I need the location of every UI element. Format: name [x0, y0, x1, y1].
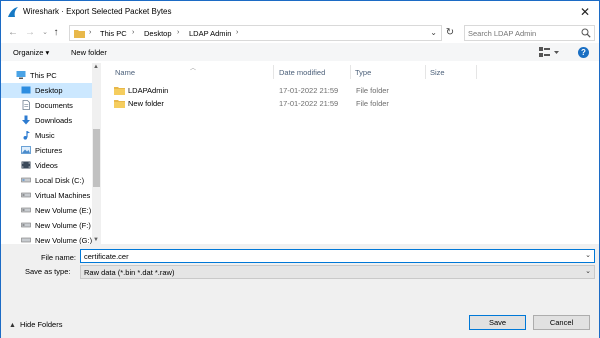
- breadcrumb-desktop[interactable]: Desktop: [144, 29, 172, 38]
- drive-icon: [21, 207, 31, 213]
- file-date-modified: 17-01-2022 21:59: [279, 99, 339, 108]
- wireshark-fin-icon: [8, 7, 18, 17]
- address-bar[interactable]: › This PC › Desktop › LDAP Admin › ⌄: [69, 25, 442, 41]
- column-header-date-modified[interactable]: Date modified: [279, 68, 325, 77]
- new-folder-button[interactable]: New folder: [71, 48, 107, 57]
- drive-icon: [21, 237, 31, 243]
- navigation-pane-scrollbar[interactable]: ▲ ▼: [92, 63, 101, 244]
- videos-icon: [21, 161, 31, 169]
- drive-icon: [21, 222, 31, 228]
- save-as-type-select[interactable]: Raw data (*.bin *.dat *.raw) ⌄: [80, 265, 595, 279]
- scroll-up-icon[interactable]: ▲: [93, 64, 99, 70]
- close-button[interactable]: ✕: [577, 4, 593, 20]
- organize-button[interactable]: Organize ▾: [13, 48, 49, 57]
- title-bar: Wireshark · Export Selected Packet Bytes…: [1, 1, 599, 23]
- search-icon: [581, 28, 591, 38]
- column-header-size[interactable]: Size: [430, 68, 445, 77]
- help-button[interactable]: ?: [578, 47, 589, 58]
- file-date-modified: 17-01-2022 21:59: [279, 86, 339, 95]
- file-type: File folder: [356, 86, 389, 95]
- folder-icon: [114, 100, 125, 108]
- up-button[interactable]: ↑: [49, 26, 63, 40]
- breadcrumb-this-pc[interactable]: This PC: [100, 29, 127, 38]
- column-header-name[interactable]: Name: [115, 68, 135, 77]
- save-button[interactable]: Save: [469, 315, 526, 330]
- breadcrumb-ldap-admin[interactable]: LDAP Admin: [189, 29, 231, 38]
- breadcrumb-separator[interactable]: ›: [177, 29, 179, 36]
- save-form: File name: ⌄ Save as type: Raw data (*.b…: [1, 244, 599, 338]
- navigation-pane: This PC Desktop Documents Downloads Musi…: [1, 63, 102, 244]
- column-divider[interactable]: [425, 65, 426, 79]
- search-box[interactable]: [464, 25, 595, 41]
- nav-item-new-volume-e[interactable]: New Volume (E:): [1, 203, 92, 218]
- desktop-icon: [21, 86, 31, 94]
- breadcrumb-separator[interactable]: ›: [89, 29, 91, 36]
- column-divider[interactable]: [273, 65, 274, 79]
- nav-item-documents[interactable]: Documents: [1, 98, 92, 113]
- folder-icon: [74, 30, 85, 38]
- file-name-combobox[interactable]: ⌄: [80, 249, 595, 263]
- nav-item-local-disk[interactable]: Local Disk (C:): [1, 173, 92, 188]
- nav-item-virtual-machines[interactable]: Virtual Machines: [1, 188, 92, 203]
- breadcrumb-separator[interactable]: ›: [236, 29, 238, 36]
- column-header-type[interactable]: Type: [355, 68, 371, 77]
- nav-item-this-pc[interactable]: This PC: [1, 68, 92, 83]
- scroll-down-icon[interactable]: ▼: [93, 237, 99, 243]
- column-divider[interactable]: [350, 65, 351, 79]
- pictures-icon: [21, 146, 31, 154]
- chevron-down-icon[interactable]: ⌄: [585, 267, 591, 275]
- file-name-input[interactable]: [84, 251, 574, 262]
- window-title: Wireshark · Export Selected Packet Bytes: [23, 7, 172, 16]
- nav-item-pictures[interactable]: Pictures: [1, 143, 92, 158]
- file-name: LDAPAdmin: [128, 86, 169, 95]
- drive-icon: [21, 192, 31, 198]
- file-name: New folder: [128, 99, 164, 108]
- music-icon: [23, 131, 30, 140]
- nav-item-new-volume-g[interactable]: New Volume (G:): [1, 233, 92, 244]
- chevron-down-icon[interactable]: ⌄: [430, 28, 437, 37]
- save-as-type-label: Save as type:: [25, 267, 71, 276]
- hide-folders-button[interactable]: ▲ Hide Folders: [9, 320, 62, 329]
- file-row-new-folder[interactable]: New folder 17-01-2022 21:59 File folder: [112, 97, 582, 111]
- file-name-label: File name:: [41, 253, 77, 262]
- nav-item-new-volume-f[interactable]: New Volume (F:): [1, 218, 92, 233]
- nav-item-desktop[interactable]: Desktop: [1, 83, 92, 98]
- sort-ascending-icon: ︿: [190, 66, 197, 72]
- view-options-icon[interactable]: [538, 46, 560, 58]
- refresh-button[interactable]: ↻: [444, 27, 456, 39]
- folder-icon: [114, 87, 125, 95]
- hide-folders-label: Hide Folders: [19, 320, 63, 329]
- chevron-up-icon: ▲: [9, 322, 16, 329]
- command-bar: Organize ▾ New folder ?: [1, 43, 599, 61]
- nav-item-downloads[interactable]: Downloads: [1, 113, 92, 128]
- cancel-button[interactable]: Cancel: [533, 315, 590, 330]
- nav-item-music[interactable]: Music: [1, 128, 92, 143]
- file-list: ︿ Name Date modified Type Size LDAPAdmin…: [104, 63, 599, 244]
- file-row-ldapadmin[interactable]: LDAPAdmin 17-01-2022 21:59 File folder: [112, 84, 582, 98]
- drive-icon: [21, 177, 31, 183]
- navigation-bar: ← → ⌄ ↑ › This PC › Desktop › LDAP Admin…: [1, 23, 599, 43]
- breadcrumb-separator[interactable]: ›: [132, 29, 134, 36]
- back-button[interactable]: ←: [6, 26, 20, 40]
- save-dialog: Wireshark · Export Selected Packet Bytes…: [0, 0, 600, 338]
- nav-item-videos[interactable]: Videos: [1, 158, 92, 173]
- pc-icon: [16, 71, 26, 79]
- search-input[interactable]: [468, 27, 578, 40]
- save-as-type-value: Raw data (*.bin *.dat *.raw): [84, 268, 175, 277]
- forward-button[interactable]: →: [23, 26, 37, 40]
- file-type: File folder: [356, 99, 389, 108]
- chevron-down-icon[interactable]: ⌄: [585, 251, 591, 259]
- downloads-icon: [22, 115, 30, 125]
- scrollbar-thumb[interactable]: [93, 129, 100, 187]
- column-divider[interactable]: [476, 65, 477, 79]
- documents-icon: [22, 100, 30, 110]
